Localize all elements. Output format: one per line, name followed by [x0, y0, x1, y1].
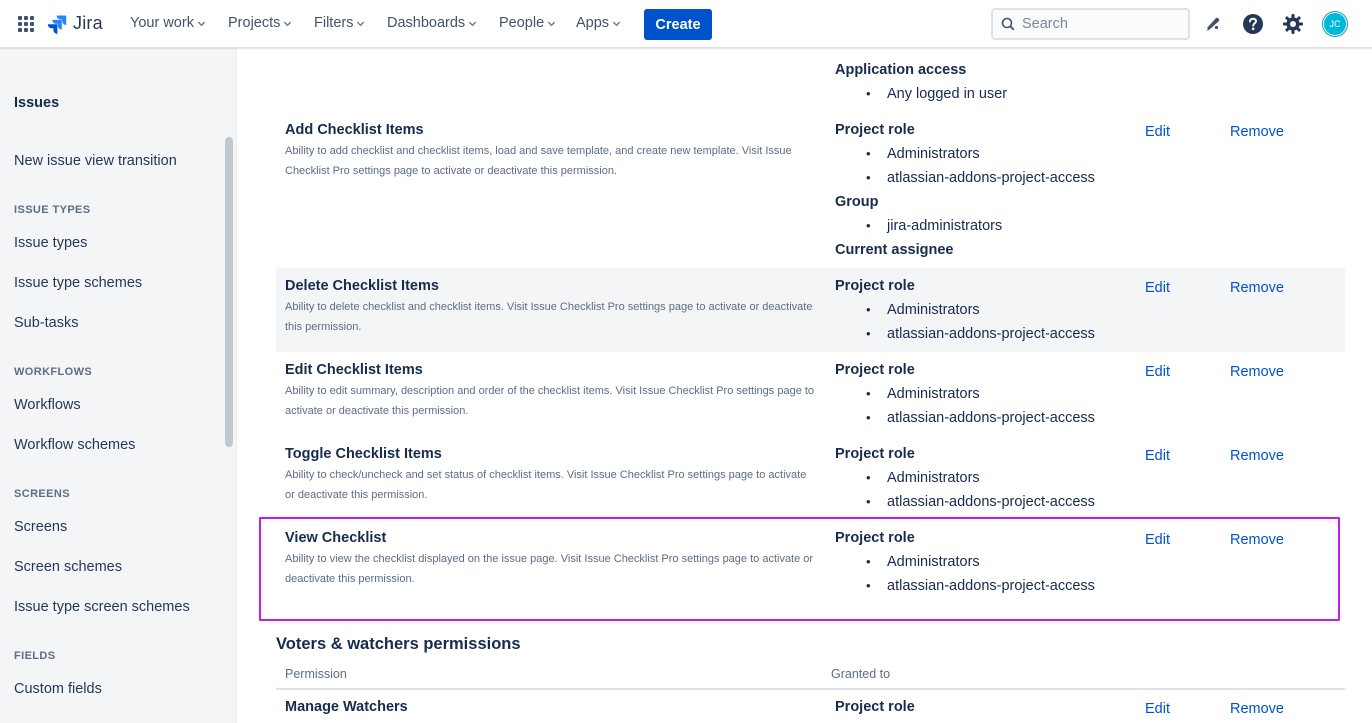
permission-row-delete-checklist-items: Delete Checklist Items Ability to delete…: [276, 268, 1345, 352]
chevron-down-icon: [357, 21, 365, 26]
jira-logo[interactable]: Jira: [47, 13, 103, 34]
nav-projects[interactable]: Projects: [228, 15, 292, 31]
nav-label: Dashboards: [387, 15, 466, 31]
grant-heading: Project role: [835, 122, 915, 138]
sidebar-item-workflows[interactable]: Workflows: [14, 397, 81, 413]
grant-item: Any logged in user: [866, 86, 1007, 102]
column-header-granted-to: Granted to: [831, 667, 891, 681]
chevron-down-icon: [612, 21, 621, 26]
permission-name: Manage Watchers: [285, 699, 408, 715]
edit-link[interactable]: Edit: [1145, 364, 1170, 380]
jira-logo-icon: [47, 15, 67, 34]
nav-label: Filters: [314, 15, 354, 31]
remove-link[interactable]: Remove: [1230, 280, 1284, 296]
permission-name: Edit Checklist Items: [285, 362, 423, 378]
edit-link[interactable]: Edit: [1145, 280, 1170, 296]
permission-row-manage-watchers: Manage Watchers Project role Edit Remove: [276, 690, 1345, 723]
nav-dashboards[interactable]: Dashboards: [387, 15, 477, 31]
user-avatar[interactable]: JC: [1323, 12, 1347, 36]
chevron-down-icon: [197, 21, 206, 26]
nav-filters[interactable]: Filters: [314, 15, 365, 31]
search-box[interactable]: [991, 8, 1190, 40]
nav-apps[interactable]: Apps: [576, 15, 621, 31]
sidebar-item-custom-fields[interactable]: Custom fields: [14, 681, 102, 697]
grant-item: atlassian-addons-project-access: [866, 326, 1095, 342]
section-title-voters-watchers: Voters & watchers permissions: [276, 635, 521, 653]
sidebar-heading-issue-types: ISSUE TYPES: [14, 204, 91, 216]
sidebar-item-issue-type-schemes[interactable]: Issue type schemes: [14, 275, 142, 291]
column-header-permission: Permission: [285, 667, 347, 681]
remove-link[interactable]: Remove: [1230, 364, 1284, 380]
chevron-down-icon: [548, 21, 556, 26]
grant-item: Administrators: [866, 146, 980, 162]
sidebar-item-issue-type-screen-schemes[interactable]: Issue type screen schemes: [14, 599, 190, 615]
grant-item: atlassian-addons-project-access: [866, 410, 1095, 426]
edit-link[interactable]: Edit: [1145, 448, 1170, 464]
edit-link[interactable]: Edit: [1145, 701, 1170, 717]
grant-heading: Project role: [835, 699, 915, 715]
grant-item: Administrators: [866, 386, 980, 402]
chevron-down-icon: [469, 21, 477, 26]
nav-label: Projects: [228, 15, 281, 31]
sidebar-item-issue-types[interactable]: Issue types: [14, 235, 87, 251]
settings-icon[interactable]: [1281, 12, 1305, 36]
edit-link[interactable]: Edit: [1145, 124, 1170, 140]
admin-sidebar: Issues New issue view transition ISSUE T…: [0, 48, 237, 723]
create-button[interactable]: Create: [644, 9, 712, 40]
grant-heading: Project role: [835, 446, 915, 462]
grant-item: jira-administrators: [866, 218, 1002, 234]
permission-description: Ability to add checklist and checklist i…: [285, 145, 792, 177]
remove-link[interactable]: Remove: [1230, 448, 1284, 464]
help-icon[interactable]: [1241, 12, 1265, 36]
sidebar-item-workflow-schemes[interactable]: Workflow schemes: [14, 437, 135, 453]
highlight-box: [259, 517, 1340, 621]
search-icon: [1001, 17, 1015, 31]
grant-heading: Group: [835, 194, 879, 210]
notifications-icon[interactable]: [1201, 12, 1225, 36]
nav-people[interactable]: People: [499, 15, 556, 31]
grant-heading: Application access: [835, 62, 967, 78]
permission-name: Delete Checklist Items: [285, 278, 439, 294]
sidebar-heading-workflows: WORKFLOWS: [14, 366, 93, 378]
grant-heading: Project role: [835, 362, 915, 378]
grant-item: Administrators: [866, 470, 980, 486]
sidebar-item-screen-schemes[interactable]: Screen schemes: [14, 559, 122, 575]
nav-label: Apps: [576, 15, 610, 31]
permission-description: Ability to check/uncheck and set status …: [285, 469, 807, 501]
sidebar-title: Issues: [14, 95, 60, 111]
search-input[interactable]: [1022, 16, 1172, 32]
nav-label: People: [499, 15, 545, 31]
permission-name: Toggle Checklist Items: [285, 446, 442, 462]
grant-item: atlassian-addons-project-access: [866, 170, 1095, 186]
grant-item: atlassian-addons-project-access: [866, 494, 1095, 510]
permission-row-toggle-checklist-items: Toggle Checklist Items Ability to check/…: [276, 436, 1345, 520]
nav-label: Your work: [130, 15, 194, 31]
chevron-down-icon: [284, 21, 292, 26]
sidebar-item-sub-tasks[interactable]: Sub-tasks: [14, 315, 78, 331]
top-navigation: Jira Your work Projects Filters Dashboar…: [0, 0, 1372, 48]
grant-item: Administrators: [866, 302, 980, 318]
remove-link[interactable]: Remove: [1230, 124, 1284, 140]
sidebar-scrollbar[interactable]: [225, 137, 233, 447]
permission-description: Ability to delete checklist and checklis…: [285, 301, 813, 333]
sidebar-item-new-issue-view-transition[interactable]: New issue view transition: [14, 153, 177, 169]
grant-heading: Current assignee: [835, 242, 954, 258]
sidebar-item-screens[interactable]: Screens: [14, 519, 67, 535]
sidebar-heading-fields: FIELDS: [14, 650, 56, 662]
permission-row-add-checklist-items: Add Checklist Items Ability to add check…: [276, 114, 1345, 264]
nav-your-work[interactable]: Your work: [130, 15, 206, 31]
app-name: Jira: [73, 13, 103, 33]
permission-name: Add Checklist Items: [285, 122, 424, 138]
grant-heading: Project role: [835, 278, 915, 294]
permission-description: Ability to edit summary, description and…: [285, 385, 815, 417]
permission-row-edit-checklist-items: Edit Checklist Items Ability to edit sum…: [276, 352, 1345, 436]
sidebar-heading-screens: SCREENS: [14, 488, 70, 500]
app-switcher-icon[interactable]: [18, 16, 34, 32]
permissions-content: Application access Any logged in user Ad…: [238, 48, 1372, 723]
remove-link[interactable]: Remove: [1230, 701, 1284, 717]
